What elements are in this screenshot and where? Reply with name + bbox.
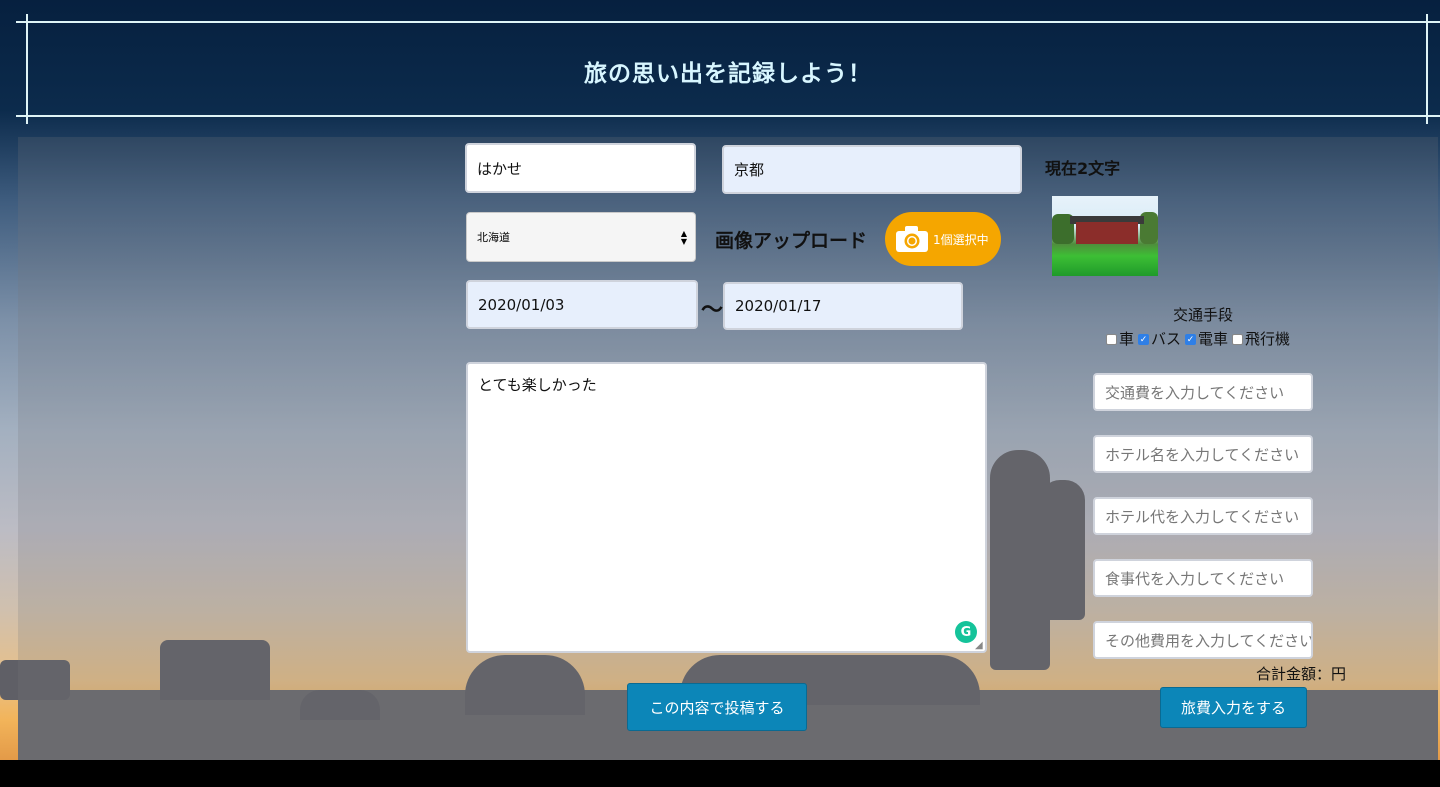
char-counter: 現在2文字 — [1045, 159, 1121, 178]
destination-input-value: 京都 — [734, 161, 765, 179]
end-date-input[interactable]: 2020/01/17 — [723, 282, 963, 330]
checkbox-airplane[interactable] — [1232, 334, 1244, 345]
checkbox-bus[interactable]: ✓ — [1138, 334, 1150, 345]
destination-input[interactable]: 京都 — [722, 145, 1022, 194]
food-cost-placeholder: 食事代を入力してください — [1105, 569, 1285, 588]
other-cost-placeholder: その他費用を入力してください — [1105, 631, 1311, 650]
name-input-value: はかせ — [477, 159, 523, 178]
camera-icon — [896, 226, 928, 252]
preview-temple — [1076, 222, 1138, 244]
start-date-input[interactable]: 2020/01/03 — [466, 280, 698, 329]
hotel-cost-input[interactable]: ホテル代を入力してください — [1093, 497, 1313, 535]
hotel-name-placeholder: ホテル名を入力してください — [1105, 445, 1300, 464]
select-arrow-icon: ▲ ▼ — [680, 229, 687, 246]
transport-label-bus: バス — [1151, 330, 1182, 348]
checkbox-car[interactable] — [1106, 334, 1117, 345]
checkbox-train[interactable]: ✓ — [1185, 334, 1197, 345]
page-title: 旅の思い出を記録しよう！ — [584, 61, 872, 87]
uploaded-image-preview — [1052, 196, 1158, 276]
grammarly-icon[interactable]: G — [955, 621, 977, 643]
prefecture-select-value: 北海道 — [477, 231, 510, 244]
header: 旅の思い出を記録しよう！ — [16, 14, 1440, 124]
date-range-separator: 〜 — [701, 298, 724, 323]
end-date-value: 2020/01/17 — [735, 297, 822, 315]
memo-value: とても楽しかった — [478, 376, 597, 394]
prefecture-select[interactable]: 北海道 ▲ ▼ — [466, 212, 696, 262]
header-border-top — [16, 21, 1440, 23]
header-border-bottom — [16, 115, 1440, 117]
submit-post-button[interactable]: この内容で投稿する — [627, 683, 807, 731]
hotel-name-input[interactable]: ホテル名を入力してください — [1093, 435, 1313, 473]
transport-cost-placeholder: 交通費を入力してください — [1105, 383, 1285, 402]
transport-title: 交通手段 — [1172, 306, 1233, 324]
start-date-value: 2020/01/03 — [478, 295, 565, 314]
upload-label: 画像アップロード — [715, 230, 868, 252]
hotel-cost-placeholder: ホテル代を入力してください — [1105, 507, 1300, 526]
image-upload-button[interactable]: 1個選択中 — [885, 212, 1001, 266]
transport-cost-input[interactable]: 交通費を入力してください — [1093, 373, 1313, 411]
transport-options: 車 ✓ バス ✓ 電車 飛行機 — [1106, 328, 1290, 349]
transport-label-airplane: 飛行機 — [1245, 330, 1291, 348]
memo-textarea[interactable]: とても楽しかった — [466, 362, 987, 653]
food-cost-input[interactable]: 食事代を入力してください — [1093, 559, 1313, 597]
footer-bar — [0, 760, 1440, 787]
transport-label-car: 車 — [1119, 330, 1135, 348]
total-amount: 合計金額：円 — [1256, 665, 1347, 683]
enter-travel-cost-button[interactable]: 旅費入力をする — [1160, 687, 1307, 728]
name-input[interactable]: はかせ — [465, 143, 696, 193]
resize-handle-icon[interactable]: ◢ — [975, 640, 983, 651]
upload-status: 1個選択中 — [933, 232, 989, 247]
transport-label-train: 電車 — [1198, 330, 1229, 348]
other-cost-input[interactable]: その他費用を入力してください — [1093, 621, 1313, 659]
